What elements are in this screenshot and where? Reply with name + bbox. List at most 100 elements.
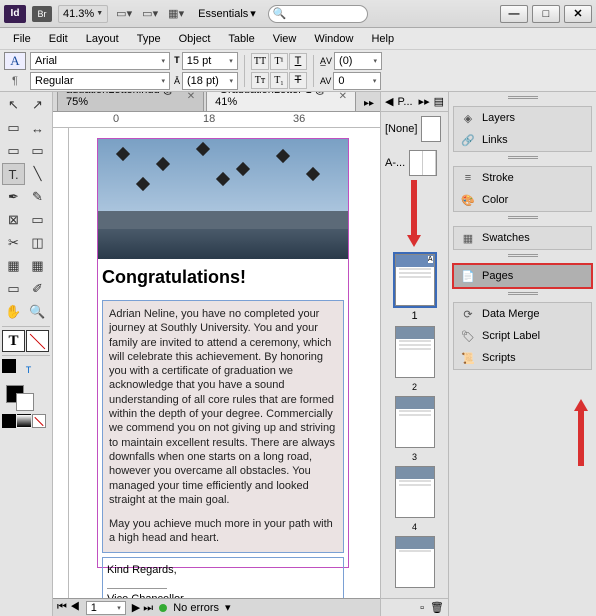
panel-menu-icon[interactable]: ▤ xyxy=(434,95,444,108)
preflight-status-icon[interactable] xyxy=(159,604,167,612)
content-collector-tool[interactable]: ▭ xyxy=(2,140,25,162)
rectangle-tool[interactable]: ▭ xyxy=(26,209,49,231)
bridge-badge[interactable]: Br xyxy=(32,6,52,22)
fill-stroke-swatches[interactable] xyxy=(2,385,50,413)
dock-handle[interactable] xyxy=(449,216,596,222)
font-size-dropdown[interactable]: 15 pt▾ xyxy=(182,52,238,70)
character-mode-button[interactable]: A xyxy=(4,52,26,70)
close-button[interactable]: ✕ xyxy=(564,5,592,23)
menu-file[interactable]: File xyxy=(4,30,40,48)
scissors-tool[interactable]: ✂ xyxy=(2,232,25,254)
page-thumbnail[interactable] xyxy=(395,326,435,378)
apply-gradient[interactable] xyxy=(17,414,31,428)
type-tool[interactable]: T. xyxy=(2,163,25,185)
panel-scripts[interactable]: 📜Scripts xyxy=(454,347,591,369)
page-number-field[interactable]: 1▾ xyxy=(86,601,126,615)
page-nav-next[interactable]: ▶ ⏭ xyxy=(132,601,153,615)
kerning-dropdown[interactable]: (0)▾ xyxy=(334,52,382,70)
superscript-button[interactable]: T¹ xyxy=(270,53,288,70)
hero-image[interactable] xyxy=(98,139,348,259)
fill-format-text[interactable]: T xyxy=(2,330,25,352)
close-icon[interactable]: ✕ xyxy=(339,92,347,102)
gap-tool[interactable]: ↔ xyxy=(26,117,49,139)
panel-data-merge[interactable]: ⟳Data Merge xyxy=(454,303,591,325)
view-options-icon[interactable]: ▭▾ xyxy=(114,4,134,24)
content-placer-tool[interactable]: ▭ xyxy=(26,140,49,162)
fill-format-frame[interactable] xyxy=(26,330,49,352)
zoom-tool[interactable]: 🔍 xyxy=(26,301,49,323)
vertical-ruler[interactable] xyxy=(53,128,69,598)
panel-swatches[interactable]: ▦Swatches xyxy=(454,227,591,249)
selection-tool[interactable]: ↖ xyxy=(2,94,25,116)
pages-panel-header[interactable]: ◀ P... ▸▸ ▤ xyxy=(381,92,448,112)
new-page-icon[interactable]: ▫ xyxy=(420,602,424,614)
menu-window[interactable]: Window xyxy=(305,30,362,48)
dock-handle[interactable] xyxy=(449,156,596,162)
direct-selection-tool[interactable]: ↗ xyxy=(26,94,49,116)
master-thumb[interactable] xyxy=(409,150,437,176)
close-icon[interactable]: ✕ xyxy=(187,92,195,102)
page-thumbnail[interactable]: A xyxy=(395,254,435,306)
eyedropper-tool[interactable]: ✐ xyxy=(26,278,49,300)
zoom-dropdown[interactable]: 41.3% ▼ xyxy=(58,5,108,23)
page-thumbnail[interactable] xyxy=(395,396,435,448)
pen-tool[interactable]: ✒ xyxy=(2,186,25,208)
smallcaps-button[interactable]: Tᴛ xyxy=(251,72,269,89)
page-nav-prev[interactable]: ⏮ ◀ xyxy=(57,601,80,614)
tabs-overflow[interactable]: ▸▸ xyxy=(358,96,380,111)
underline-button[interactable]: T xyxy=(289,53,307,70)
rectangle-frame-tool[interactable]: ⊠ xyxy=(2,209,25,231)
dock-handle[interactable] xyxy=(449,292,596,298)
stroke-swatch[interactable] xyxy=(16,393,34,411)
delete-page-icon[interactable]: 🗑 xyxy=(430,601,444,614)
panel-pages[interactable]: 📄Pages xyxy=(454,265,591,287)
panel-color[interactable]: 🎨Color xyxy=(454,189,591,211)
page-thumbnail[interactable] xyxy=(395,536,435,588)
collapse-icon[interactable]: ◀ xyxy=(385,95,393,108)
panel-layers[interactable]: ◈Layers xyxy=(454,107,591,129)
apply-black[interactable] xyxy=(2,414,16,428)
panel-links[interactable]: 🔗Links xyxy=(454,129,591,151)
tracking-dropdown[interactable]: 0▾ xyxy=(333,72,381,90)
apply-none[interactable] xyxy=(32,414,46,428)
free-transform-tool[interactable]: ◫ xyxy=(26,232,49,254)
page-tool[interactable]: ▭ xyxy=(2,117,25,139)
search-input[interactable]: 🔍 xyxy=(268,5,368,23)
body-text-frame[interactable]: Adrian Neline, you have no completed you… xyxy=(102,300,344,553)
document-tab[interactable]: aduationLetter.indd @ 75%✕ xyxy=(57,92,204,111)
chevron-down-icon[interactable]: ▾ xyxy=(225,601,231,614)
document-canvas[interactable]: Congratulations! Adrian Neline, you have… xyxy=(69,128,380,598)
apply-color[interactable] xyxy=(2,359,16,373)
apply-format-text[interactable]: T xyxy=(17,359,40,381)
page-frame[interactable]: Congratulations! Adrian Neline, you have… xyxy=(97,138,349,568)
gradient-swatch-tool[interactable]: ▦ xyxy=(2,255,25,277)
master-a[interactable]: A-... xyxy=(381,146,448,180)
arrange-icon[interactable]: ▦▾ xyxy=(166,4,186,24)
document-tab[interactable]: *GraduationLetter-1 @ 41%✕ xyxy=(206,92,356,111)
subscript-button[interactable]: T₁ xyxy=(270,72,288,89)
panel-script-label[interactable]: 🏷Script Label xyxy=(454,325,591,347)
menu-table[interactable]: Table xyxy=(219,30,263,48)
horizontal-ruler[interactable]: 01836 xyxy=(53,112,380,128)
document-heading[interactable]: Congratulations! xyxy=(98,259,348,296)
master-none[interactable]: [None] xyxy=(381,112,448,146)
hand-tool[interactable]: ✋ xyxy=(2,301,25,323)
paragraph-mode-button[interactable]: ¶ xyxy=(4,72,26,90)
note-tool[interactable]: ▭ xyxy=(2,278,25,300)
menu-type[interactable]: Type xyxy=(128,30,170,48)
expand-icon[interactable]: ▸▸ xyxy=(419,95,430,108)
master-thumb[interactable] xyxy=(421,116,441,142)
minimize-button[interactable]: — xyxy=(500,5,528,23)
workspace-dropdown[interactable]: Essentials ▾ xyxy=(192,5,262,22)
menu-help[interactable]: Help xyxy=(362,30,403,48)
pencil-tool[interactable]: ✎ xyxy=(26,186,49,208)
strikethrough-button[interactable]: T xyxy=(289,72,307,89)
screen-mode-icon[interactable]: ▭▾ xyxy=(140,4,160,24)
menu-layout[interactable]: Layout xyxy=(77,30,128,48)
allcaps-button[interactable]: TT xyxy=(251,53,269,70)
font-style-dropdown[interactable]: Regular▾ xyxy=(30,72,170,90)
page-thumbnail[interactable] xyxy=(395,466,435,518)
leading-dropdown[interactable]: (18 pt)▾ xyxy=(182,72,238,90)
panel-stroke[interactable]: ≡Stroke xyxy=(454,167,591,189)
maximize-button[interactable]: □ xyxy=(532,5,560,23)
